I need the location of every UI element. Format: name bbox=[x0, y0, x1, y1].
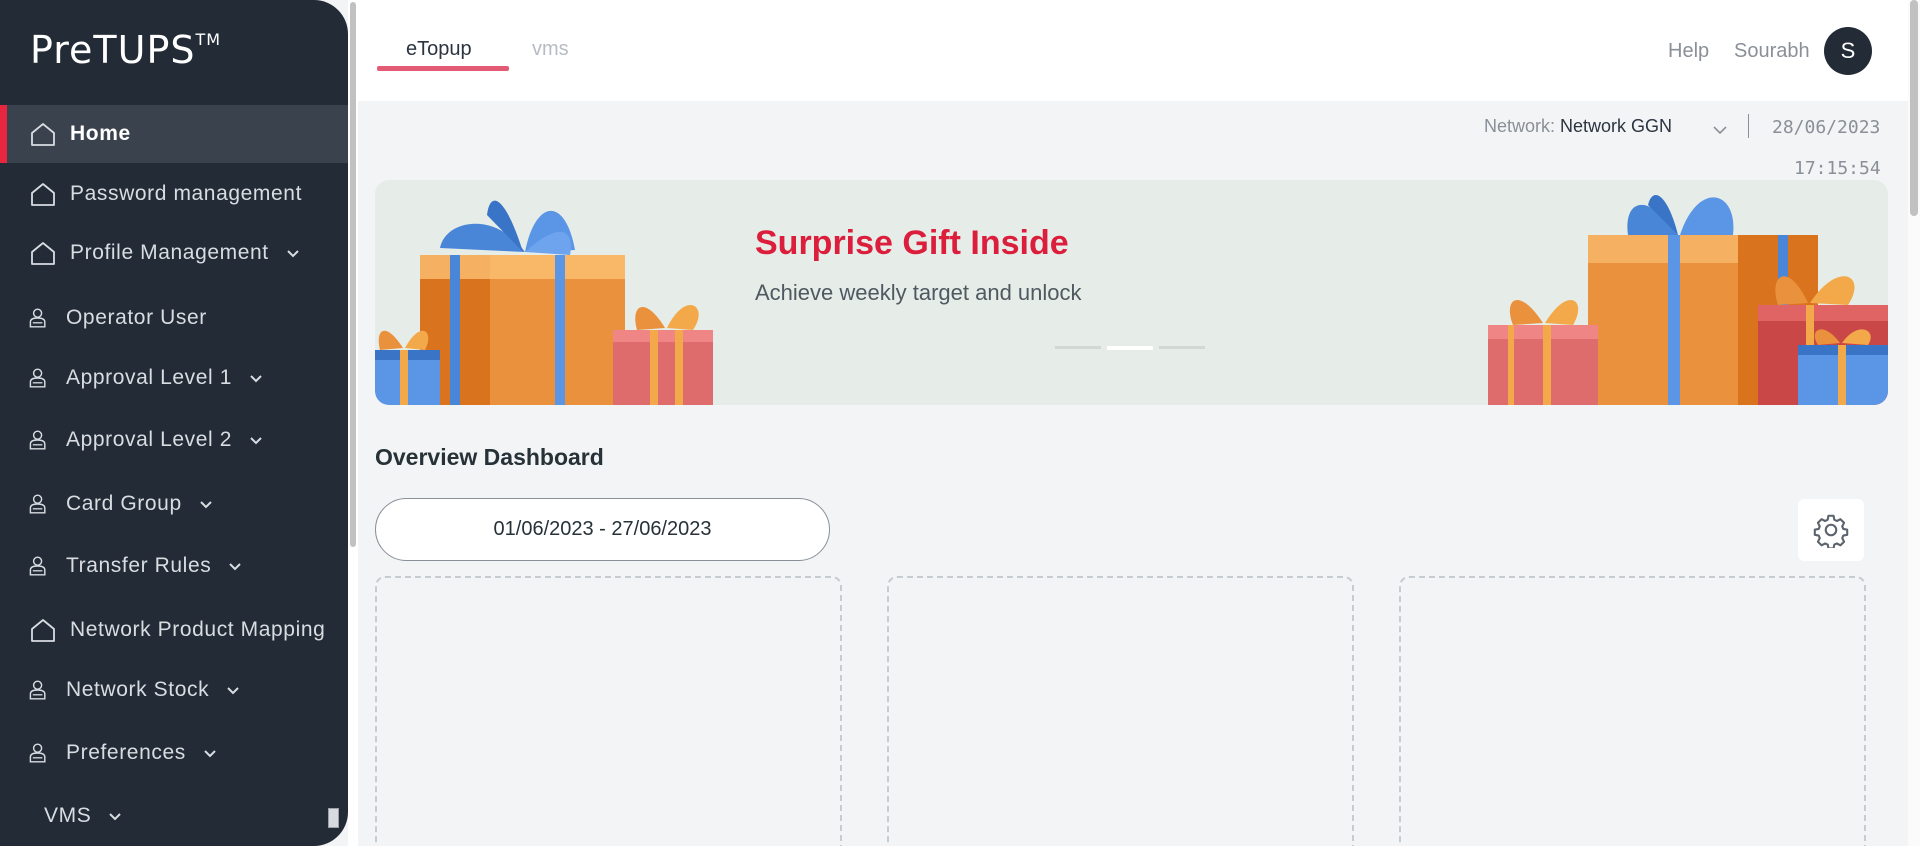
carousel-dot-active[interactable] bbox=[1107, 346, 1153, 350]
logo-trademark: TM bbox=[195, 30, 222, 50]
sidebar-item-network-product-mapping[interactable]: Network Product Mapping bbox=[0, 601, 348, 659]
user-icon bbox=[29, 430, 46, 450]
tab-etopup[interactable]: eTopup bbox=[406, 38, 472, 61]
banner-title: Surprise Gift Inside bbox=[755, 224, 1069, 262]
banner-subtitle: Achieve weekly target and unlock bbox=[755, 280, 1082, 305]
network-selector[interactable]: Network: Network GGN bbox=[1484, 116, 1672, 137]
sidebar-item-operator-user[interactable]: Operator User bbox=[0, 289, 348, 347]
sidebar-item-label: Preferences bbox=[66, 741, 186, 764]
carousel-dot[interactable] bbox=[1055, 346, 1101, 349]
chevron-down-icon[interactable] bbox=[202, 745, 218, 761]
home-icon bbox=[31, 123, 55, 146]
sidebar-item-label: Profile Management bbox=[70, 241, 269, 264]
user-icon bbox=[29, 494, 46, 514]
dashboard-card bbox=[887, 576, 1354, 846]
sidebar-item-password-management[interactable]: Password management bbox=[0, 165, 348, 223]
divider bbox=[1748, 114, 1749, 138]
sidebar-item-label: Approval Level 1 bbox=[66, 366, 233, 389]
sidebar-item-label: VMS bbox=[44, 804, 92, 827]
gift-boxes-right-image bbox=[1488, 195, 1888, 405]
sidebar-item-label: Transfer Rules bbox=[66, 554, 212, 577]
home-icon bbox=[31, 619, 55, 642]
chevron-down-icon[interactable] bbox=[227, 558, 243, 574]
sidebar-item-label: Card Group bbox=[66, 492, 182, 515]
sidebar-item-label: Network Stock bbox=[66, 678, 210, 701]
sidebar-scrollbar[interactable] bbox=[350, 2, 356, 547]
home-icon bbox=[31, 183, 55, 206]
active-indicator bbox=[0, 105, 7, 163]
active-tab-indicator bbox=[377, 66, 509, 71]
dashboard-card bbox=[375, 576, 842, 846]
sidebar-item-transfer-rules[interactable]: Transfer Rules bbox=[0, 537, 348, 595]
top-header: eTopup vms Help Sourabh S bbox=[358, 0, 1908, 101]
network-value: Network GGN bbox=[1560, 116, 1673, 136]
sidebar-item-vms[interactable]: VMS bbox=[0, 787, 348, 845]
chevron-down-icon[interactable] bbox=[225, 682, 241, 698]
carousel-dot[interactable] bbox=[1159, 346, 1205, 349]
sidebar-item-approval-level-2[interactable]: Approval Level 2 bbox=[0, 411, 348, 469]
sidebar: PreTUPSTM Home Password management Profile… bbox=[0, 0, 348, 846]
page-scrollbar[interactable] bbox=[1910, 0, 1918, 216]
overview-title: Overview Dashboard bbox=[375, 444, 604, 470]
user-icon bbox=[29, 556, 46, 576]
app-logo[interactable]: PreTUPSTM bbox=[30, 28, 221, 72]
sidebar-item-label: Operator User bbox=[66, 306, 207, 329]
sidebar-item-label: Approval Level 2 bbox=[66, 428, 233, 451]
help-link[interactable]: Help bbox=[1668, 40, 1709, 63]
network-label: Network: bbox=[1484, 116, 1556, 136]
sidebar-inner-scrollbar[interactable] bbox=[328, 808, 339, 828]
date-range-picker[interactable]: 01/06/2023 - 27/06/2023 bbox=[375, 498, 830, 561]
carousel-indicators bbox=[1055, 346, 1205, 350]
chevron-down-icon[interactable] bbox=[1712, 122, 1728, 138]
dashboard-settings-button[interactable] bbox=[1798, 499, 1864, 561]
user-icon bbox=[29, 680, 46, 700]
logo-text: PreTUPS bbox=[30, 28, 196, 72]
home-icon bbox=[31, 242, 55, 265]
chevron-down-icon[interactable] bbox=[198, 496, 214, 512]
sidebar-item-card-group[interactable]: Card Group bbox=[0, 475, 348, 533]
current-date: 28/06/2023 bbox=[1772, 117, 1881, 138]
sidebar-item-approval-level-1[interactable]: Approval Level 1 bbox=[0, 349, 348, 407]
user-icon bbox=[29, 308, 46, 328]
sidebar-item-profile-management[interactable]: Profile Management bbox=[0, 224, 348, 282]
tab-vms[interactable]: vms bbox=[532, 38, 569, 61]
user-name: Sourabh bbox=[1734, 40, 1810, 62]
user-icon bbox=[29, 368, 46, 388]
chevron-down-icon[interactable] bbox=[107, 808, 123, 824]
sidebar-item-label: Home bbox=[70, 122, 131, 145]
sidebar-item-label: Password management bbox=[70, 182, 303, 205]
sidebar-item-preferences[interactable]: Preferences bbox=[0, 724, 348, 782]
chevron-down-icon[interactable] bbox=[248, 432, 264, 448]
current-time: 17:15:54 bbox=[1794, 158, 1881, 179]
user-icon bbox=[29, 743, 46, 763]
avatar[interactable]: S bbox=[1824, 27, 1872, 75]
promo-banner[interactable]: Surprise Gift Inside Achieve weekly targ… bbox=[375, 180, 1888, 405]
sidebar-item-network-stock[interactable]: Network Stock bbox=[0, 661, 348, 719]
gear-icon bbox=[1813, 514, 1849, 548]
chevron-down-icon[interactable] bbox=[285, 245, 301, 261]
chevron-down-icon[interactable] bbox=[248, 370, 264, 386]
sidebar-item-home[interactable]: Home bbox=[0, 105, 348, 163]
gift-boxes-left-image bbox=[375, 200, 713, 405]
dashboard-card bbox=[1399, 576, 1866, 846]
sidebar-item-label: Network Product Mapping bbox=[70, 618, 326, 641]
